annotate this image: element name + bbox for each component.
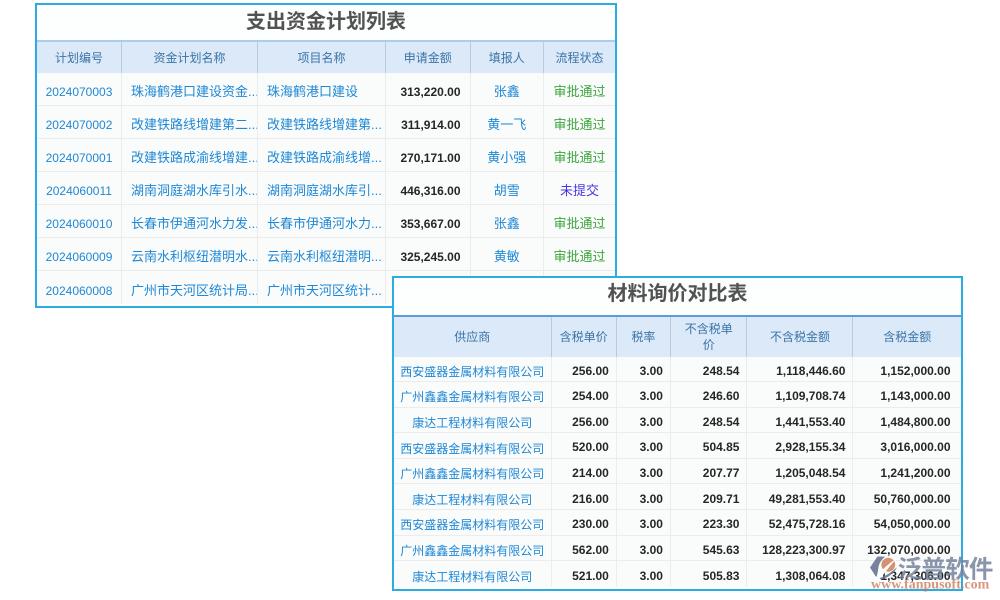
svg-text:www.fanpusoft.com: www.fanpusoft.com bbox=[871, 578, 990, 593]
